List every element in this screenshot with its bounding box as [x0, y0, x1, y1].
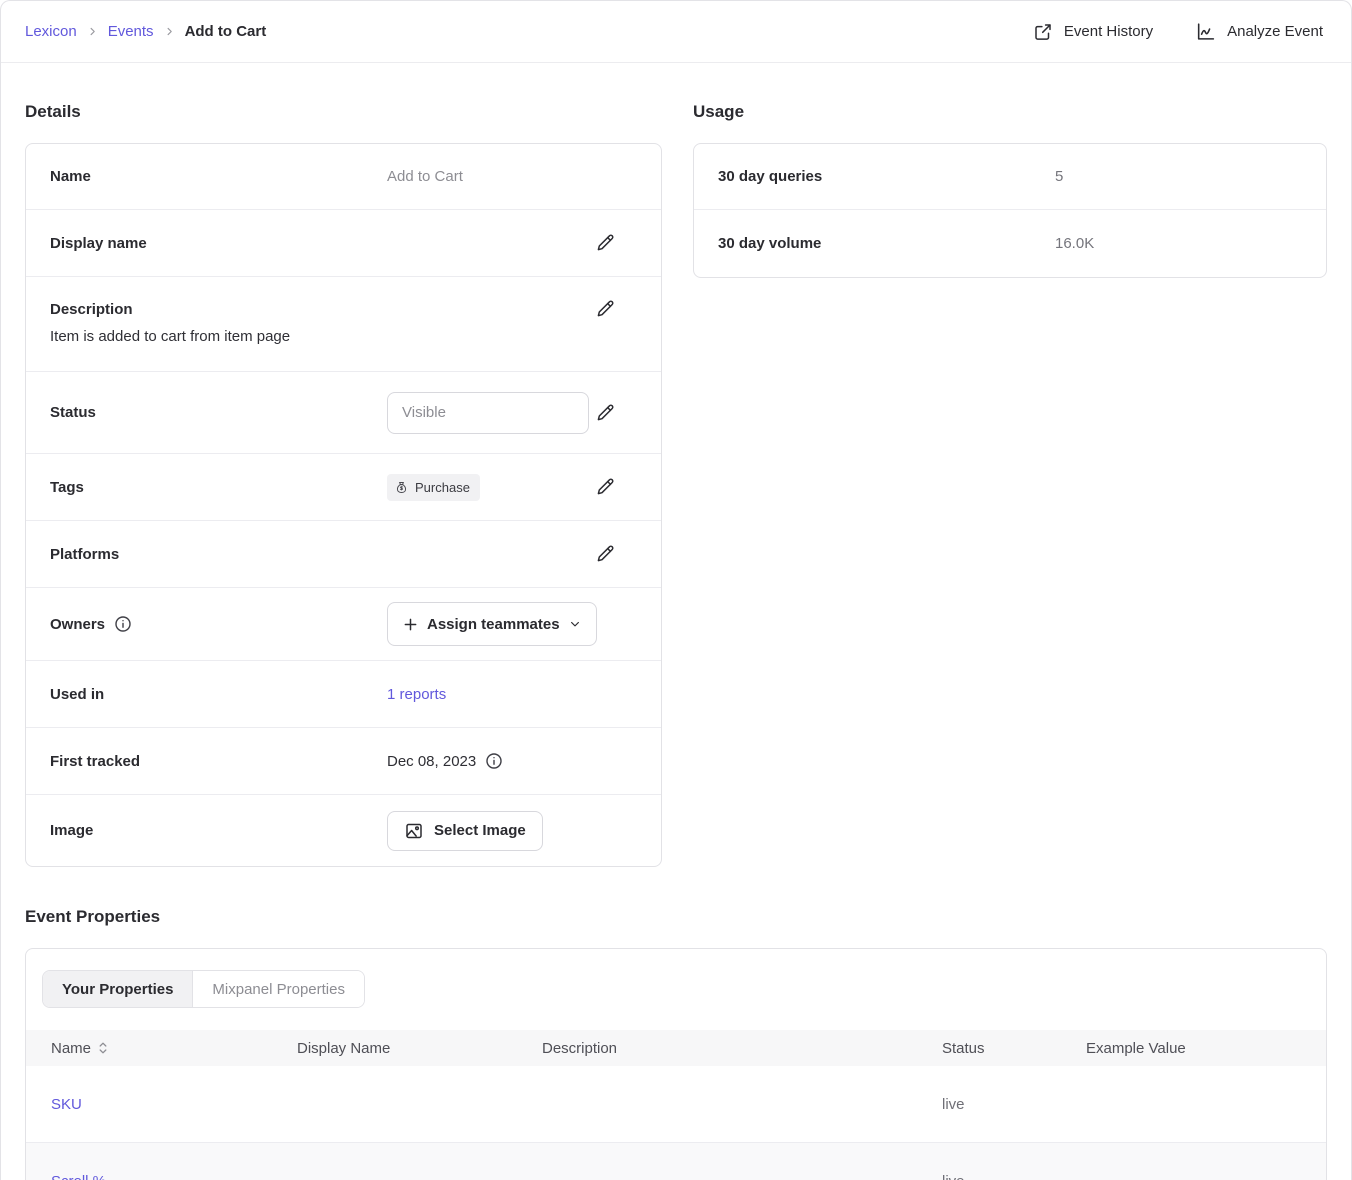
- info-icon[interactable]: [114, 615, 132, 633]
- breadcrumb-current: Add to Cart: [185, 23, 267, 40]
- usage-title: Usage: [693, 102, 1327, 122]
- main-content: Details Name Add to Cart Display name: [1, 63, 1351, 1180]
- breadcrumb: Lexicon Events Add to Cart: [25, 23, 266, 40]
- tags-label: Tags: [50, 479, 387, 496]
- details-row-owners: Owners: [26, 588, 661, 661]
- usage-volume-label: 30 day volume: [718, 235, 1055, 252]
- usage-queries-label: 30 day queries: [718, 168, 1055, 185]
- details-row-used-in: Used in 1 reports: [26, 661, 661, 728]
- used-in-label: Used in: [50, 686, 387, 703]
- name-label: Name: [50, 168, 387, 185]
- property-status: live: [942, 1173, 1086, 1180]
- tag-chip-label: Purchase: [415, 480, 470, 495]
- pencil-icon: [595, 233, 615, 253]
- usage-row-volume: 30 day volume 16.0K: [694, 210, 1326, 277]
- topbar: Lexicon Events Add to Cart Event Histo: [1, 1, 1351, 63]
- column-header-display-name: Display Name: [297, 1040, 542, 1057]
- analyze-event-label: Analyze Event: [1227, 23, 1323, 40]
- select-image-button[interactable]: Select Image: [387, 811, 543, 851]
- description-value: Item is added to cart from item page: [50, 328, 617, 345]
- details-title: Details: [25, 102, 662, 122]
- pencil-icon: [595, 477, 615, 497]
- image-label: Image: [50, 822, 387, 839]
- property-link-scroll[interactable]: Scroll %: [51, 1173, 106, 1180]
- analyze-event-button[interactable]: Analyze Event: [1195, 21, 1323, 42]
- details-row-platforms: Platforms: [26, 521, 661, 588]
- external-link-icon: [1033, 22, 1053, 42]
- info-icon[interactable]: [485, 752, 503, 770]
- usage-volume-value: 16.0K: [1055, 235, 1094, 252]
- tab-mixpanel-properties[interactable]: Mixpanel Properties: [192, 971, 364, 1007]
- property-link-sku[interactable]: SKU: [51, 1096, 82, 1113]
- edit-tags-button[interactable]: [593, 475, 617, 499]
- column-header-name[interactable]: Name: [51, 1040, 297, 1057]
- used-in-reports-link[interactable]: 1 reports: [387, 686, 446, 703]
- properties-table-header: Name Display Name Description Status Exa…: [26, 1030, 1326, 1066]
- event-properties-card: Your Properties Mixpanel Properties Name: [25, 948, 1327, 1180]
- details-row-tags: Tags Purchase: [26, 454, 661, 521]
- details-row-description: Description Item is added to ca: [26, 277, 661, 372]
- display-name-label: Display name: [50, 235, 387, 252]
- description-label: Description: [50, 301, 133, 318]
- column-header-example-value: Example Value: [1086, 1040, 1326, 1057]
- owners-label: Owners: [50, 616, 105, 633]
- assign-teammates-button[interactable]: Assign teammates: [387, 602, 597, 646]
- breadcrumb-events[interactable]: Events: [108, 23, 154, 40]
- line-chart-icon: [1195, 21, 1216, 42]
- pencil-icon: [595, 403, 615, 423]
- status-select[interactable]: Visible: [387, 392, 589, 434]
- details-row-status: Status Visible: [26, 372, 661, 454]
- money-bag-icon: [395, 481, 408, 494]
- status-value: Visible: [402, 404, 446, 421]
- table-row: SKU live: [26, 1066, 1326, 1143]
- tag-chip-purchase[interactable]: Purchase: [387, 474, 480, 501]
- column-header-description: Description: [542, 1040, 942, 1057]
- image-icon: [404, 821, 424, 841]
- assign-teammates-label: Assign teammates: [427, 616, 560, 633]
- lexicon-event-detail-page: Lexicon Events Add to Cart Event Histo: [0, 0, 1352, 1180]
- edit-status-button[interactable]: [593, 401, 617, 425]
- usage-queries-value: 5: [1055, 168, 1063, 185]
- pencil-icon: [595, 544, 615, 564]
- chevron-down-icon: [569, 618, 581, 630]
- properties-tab-group: Your Properties Mixpanel Properties: [42, 970, 365, 1008]
- tab-your-properties[interactable]: Your Properties: [43, 971, 192, 1007]
- chevron-right-icon: [87, 26, 98, 37]
- platforms-label: Platforms: [50, 546, 387, 563]
- details-row-first-tracked: First tracked Dec 08, 2023: [26, 728, 661, 795]
- details-row-display-name: Display name: [26, 210, 661, 277]
- edit-platforms-button[interactable]: [593, 542, 617, 566]
- details-row-name: Name Add to Cart: [26, 144, 661, 210]
- select-image-label: Select Image: [434, 822, 526, 839]
- chevron-right-icon: [164, 26, 175, 37]
- first-tracked-label: First tracked: [50, 753, 387, 770]
- sort-icon: [98, 1041, 108, 1055]
- edit-display-name-button[interactable]: [593, 231, 617, 255]
- details-card: Name Add to Cart Display name: [25, 143, 662, 867]
- usage-card: 30 day queries 5 30 day volume 16.0K: [693, 143, 1327, 278]
- column-header-status: Status: [942, 1040, 1086, 1057]
- usage-section: Usage 30 day queries 5 30 day volume 16.…: [693, 63, 1327, 278]
- event-properties-title: Event Properties: [25, 907, 1327, 927]
- event-history-button[interactable]: Event History: [1033, 22, 1153, 42]
- edit-description-button[interactable]: [593, 297, 617, 321]
- table-row: Scroll % live: [26, 1143, 1326, 1180]
- topbar-actions: Event History Analyze Event: [1033, 21, 1323, 42]
- column-name-label: Name: [51, 1040, 91, 1057]
- details-section: Details Name Add to Cart Display name: [25, 63, 662, 867]
- pencil-icon: [595, 299, 615, 319]
- plus-icon: [403, 617, 418, 632]
- name-value: Add to Cart: [387, 168, 463, 185]
- event-history-label: Event History: [1064, 23, 1153, 40]
- details-row-image: Image Select Image: [26, 795, 661, 866]
- property-status: live: [942, 1096, 1086, 1113]
- status-label: Status: [50, 404, 387, 421]
- event-properties-section: Event Properties Your Properties Mixpane…: [25, 907, 1327, 1180]
- breadcrumb-lexicon[interactable]: Lexicon: [25, 23, 77, 40]
- first-tracked-value: Dec 08, 2023: [387, 753, 476, 770]
- usage-row-queries: 30 day queries 5: [694, 144, 1326, 210]
